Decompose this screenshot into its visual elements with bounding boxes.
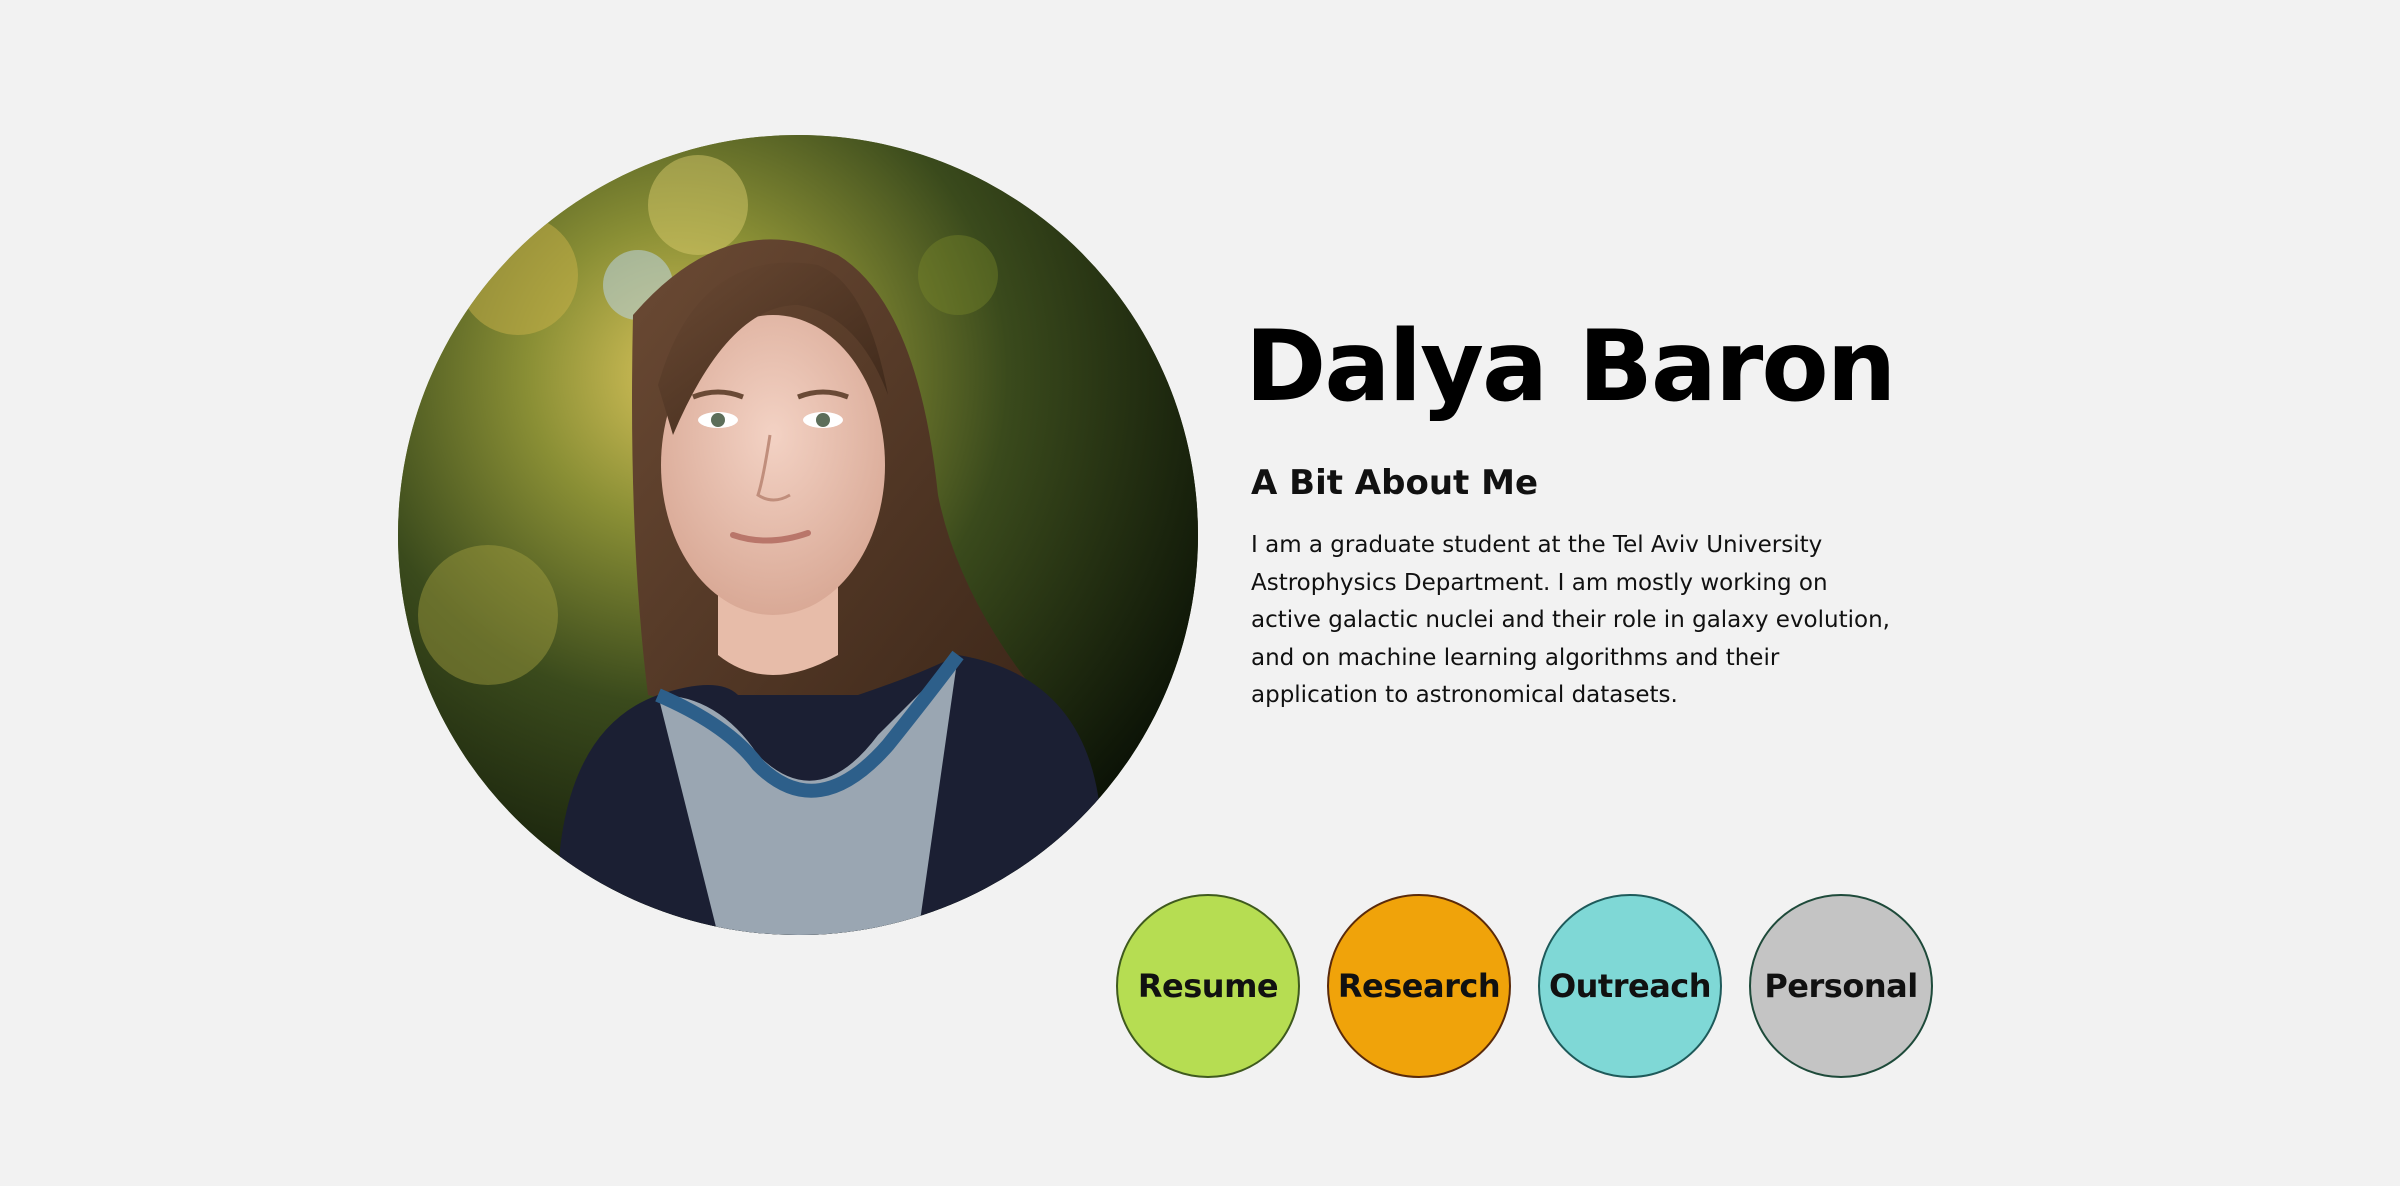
profile-name: Dalya Baron: [1245, 310, 1896, 424]
research-button[interactable]: Research: [1327, 894, 1511, 1078]
page: Dalya Baron A Bit About Me I am a gradua…: [0, 0, 2400, 1186]
outreach-button[interactable]: Outreach: [1538, 894, 1722, 1078]
profile-photo: [398, 135, 1198, 935]
personal-button[interactable]: Personal: [1749, 894, 1933, 1078]
about-heading: A Bit About Me: [1251, 463, 1539, 503]
portrait-illustration: [398, 135, 1198, 935]
personal-label: Personal: [1764, 967, 1918, 1005]
resume-button[interactable]: Resume: [1116, 894, 1300, 1078]
outreach-label: Outreach: [1548, 967, 1712, 1005]
section-nav: Resume Research Outreach Personal: [1116, 894, 1933, 1078]
resume-label: Resume: [1137, 967, 1279, 1005]
research-label: Research: [1337, 967, 1501, 1005]
about-text: I am a graduate student at the Tel Aviv …: [1251, 532, 1890, 708]
